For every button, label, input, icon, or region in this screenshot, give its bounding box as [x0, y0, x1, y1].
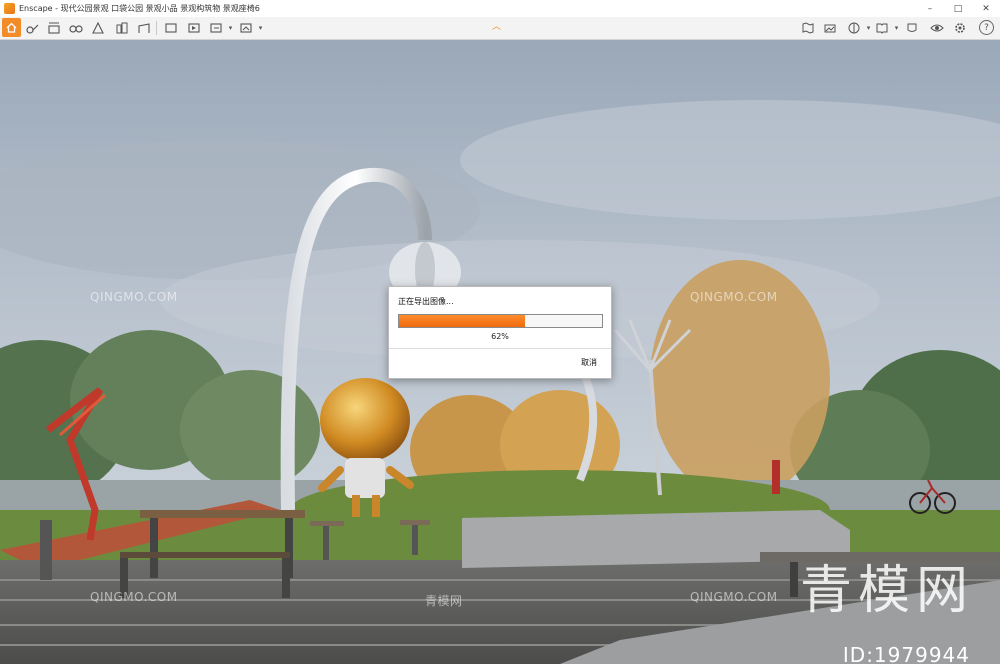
window-controls: – □ ✕ [916, 0, 1000, 17]
watermark-id: ID:1979944 [842, 643, 970, 664]
title-bar: Enscape - 现代公园景观 口袋公园 景观小品 景观构筑物 景观座椅6 –… [0, 0, 1000, 18]
progress-percent-label: 62% [491, 332, 509, 341]
toolbar-divider [156, 21, 157, 35]
help-button[interactable]: ? [979, 20, 994, 35]
dialog-divider [389, 348, 611, 349]
watermark-text: QINGMO.COM [90, 290, 178, 304]
walk-mode-icon[interactable] [25, 20, 40, 35]
export-progress-dialog: 正在导出图像... 62% 取消 [388, 286, 612, 379]
cancel-button[interactable]: 取消 [581, 357, 597, 368]
enscape-logo-icon [4, 3, 15, 14]
collaborate-icon[interactable] [238, 20, 253, 35]
progress-bar [398, 314, 603, 328]
collapse-toolbar-icon[interactable]: ︿ [492, 19, 501, 32]
maximize-button[interactable]: □ [944, 0, 972, 17]
watermark-text: QINGMO.COM [690, 290, 778, 304]
eye-icon[interactable] [929, 20, 944, 35]
cup-icon[interactable] [904, 20, 919, 35]
bim-icon[interactable] [46, 20, 61, 35]
watermark-text: 青模网 [425, 594, 463, 608]
watermark-text: QINGMO.COM [690, 590, 778, 604]
progress-bar-fill [399, 315, 525, 327]
window-title: Enscape - 现代公园景观 口袋公园 景观小品 景观构筑物 景观座椅6 [19, 4, 260, 13]
chevron-down-icon[interactable]: ▾ [253, 20, 268, 35]
binoculars-icon[interactable] [68, 20, 83, 35]
minimize-button[interactable]: – [916, 0, 944, 17]
panorama-icon[interactable] [822, 20, 837, 35]
watermark-large-text: 青模网 [799, 561, 974, 621]
export-icon[interactable] [208, 20, 223, 35]
book-icon[interactable] [874, 20, 889, 35]
atmosphere-icon[interactable] [846, 20, 861, 35]
screenshot-icon[interactable] [163, 20, 178, 35]
close-button[interactable]: ✕ [972, 0, 1000, 17]
buildings-icon[interactable] [114, 20, 129, 35]
chevron-down-icon[interactable]: ▾ [223, 20, 238, 35]
camera-icon[interactable] [90, 20, 105, 35]
map-icon[interactable] [800, 20, 815, 35]
scene-icon[interactable] [136, 20, 151, 35]
home-icon[interactable] [2, 18, 21, 37]
video-icon[interactable] [186, 20, 201, 35]
settings-icon[interactable] [952, 20, 967, 35]
chevron-down-icon[interactable]: ▾ [889, 20, 904, 35]
dialog-title: 正在导出图像... [398, 297, 454, 306]
watermark-text: QINGMO.COM [90, 590, 178, 604]
